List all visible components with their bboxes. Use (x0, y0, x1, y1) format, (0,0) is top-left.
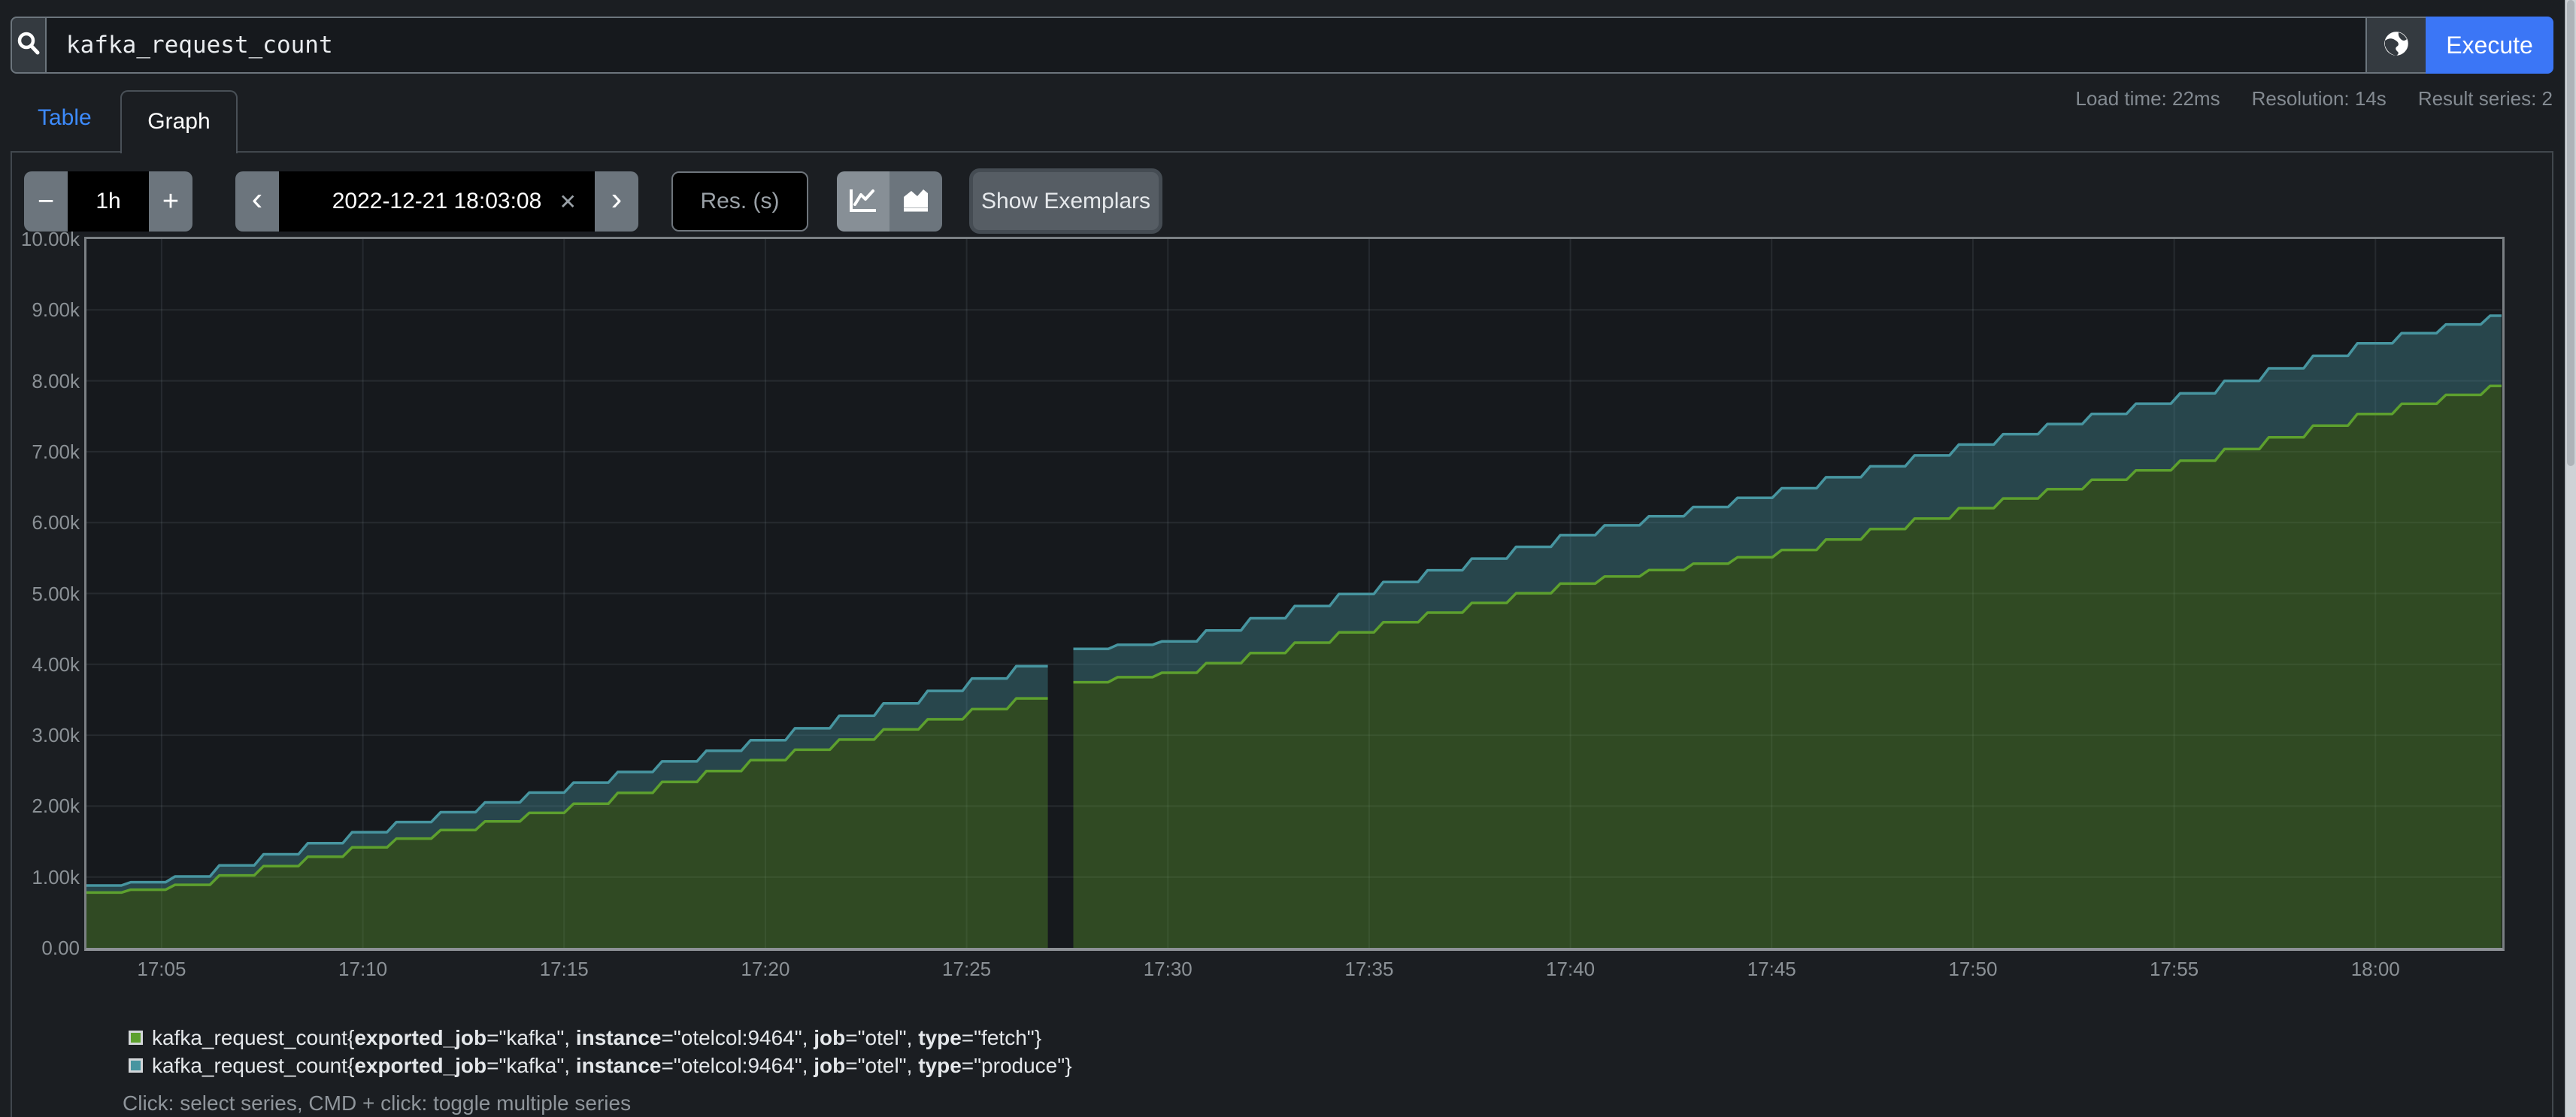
show-exemplars-button[interactable]: Show Exemplars (969, 168, 1162, 234)
chart-plot-area[interactable] (84, 237, 2505, 951)
legend-label: kafka_request_count{exported_job="kafka"… (152, 1054, 1072, 1078)
area-fetch (1074, 386, 2502, 948)
stacked-chart-icon (900, 186, 932, 217)
chart-legend: kafka_request_count{exported_job="kafka"… (129, 1025, 1072, 1081)
resolution-stat: Resolution: 14s (2252, 87, 2387, 110)
scrollbar-thumb[interactable] (2567, 0, 2574, 466)
resolution-input[interactable] (671, 171, 808, 232)
legend-swatch (129, 1031, 143, 1045)
query-bar: Execute (11, 17, 2553, 74)
legend-label: kafka_request_count{exported_job="kafka"… (152, 1026, 1041, 1050)
tab-graph[interactable]: Graph (120, 90, 238, 153)
range-input[interactable]: 1h (68, 171, 149, 232)
clear-datetime-icon[interactable]: ✕ (559, 171, 577, 232)
legend-item[interactable]: kafka_request_count{exported_job="kafka"… (129, 1025, 1072, 1050)
search-addon (11, 17, 45, 74)
search-icon (15, 30, 42, 61)
page-scrollbar[interactable] (2565, 0, 2576, 1117)
query-input[interactable] (45, 17, 2365, 74)
time-forward-button[interactable]: › (595, 171, 638, 232)
result-series-stat: Result series: 2 (2418, 87, 2553, 110)
execute-button[interactable]: Execute (2426, 17, 2553, 74)
range-control: − 1h + (24, 171, 192, 232)
datetime-input[interactable]: 2022-12-21 18:03:08 ✕ (279, 171, 595, 232)
globe-icon (2381, 28, 2412, 63)
load-time: Load time: 22ms (2075, 87, 2220, 110)
datetime-control: ‹ 2022-12-21 18:03:08 ✕ › (235, 171, 638, 232)
stacked-chart-toggle-button[interactable] (889, 171, 942, 232)
legend-swatch (129, 1058, 143, 1073)
datetime-value: 2022-12-21 18:03:08 (332, 189, 542, 214)
tab-table[interactable]: Table (38, 105, 92, 131)
query-stats: Load time: 22ms Resolution: 14s Result s… (2075, 87, 2553, 110)
legend-item[interactable]: kafka_request_count{exported_job="kafka"… (129, 1053, 1072, 1078)
range-decrease-button[interactable]: − (24, 171, 68, 232)
time-back-button[interactable]: ‹ (235, 171, 279, 232)
range-increase-button[interactable]: + (149, 171, 192, 232)
line-chart-toggle-button[interactable] (837, 171, 889, 232)
stacked-area-chart (86, 239, 2502, 948)
line-chart-icon (847, 186, 879, 217)
local-time-button[interactable] (2365, 17, 2426, 74)
legend-hint: Click: select series, CMD + click: toggl… (123, 1091, 631, 1115)
chart-type-toggle (837, 171, 942, 232)
